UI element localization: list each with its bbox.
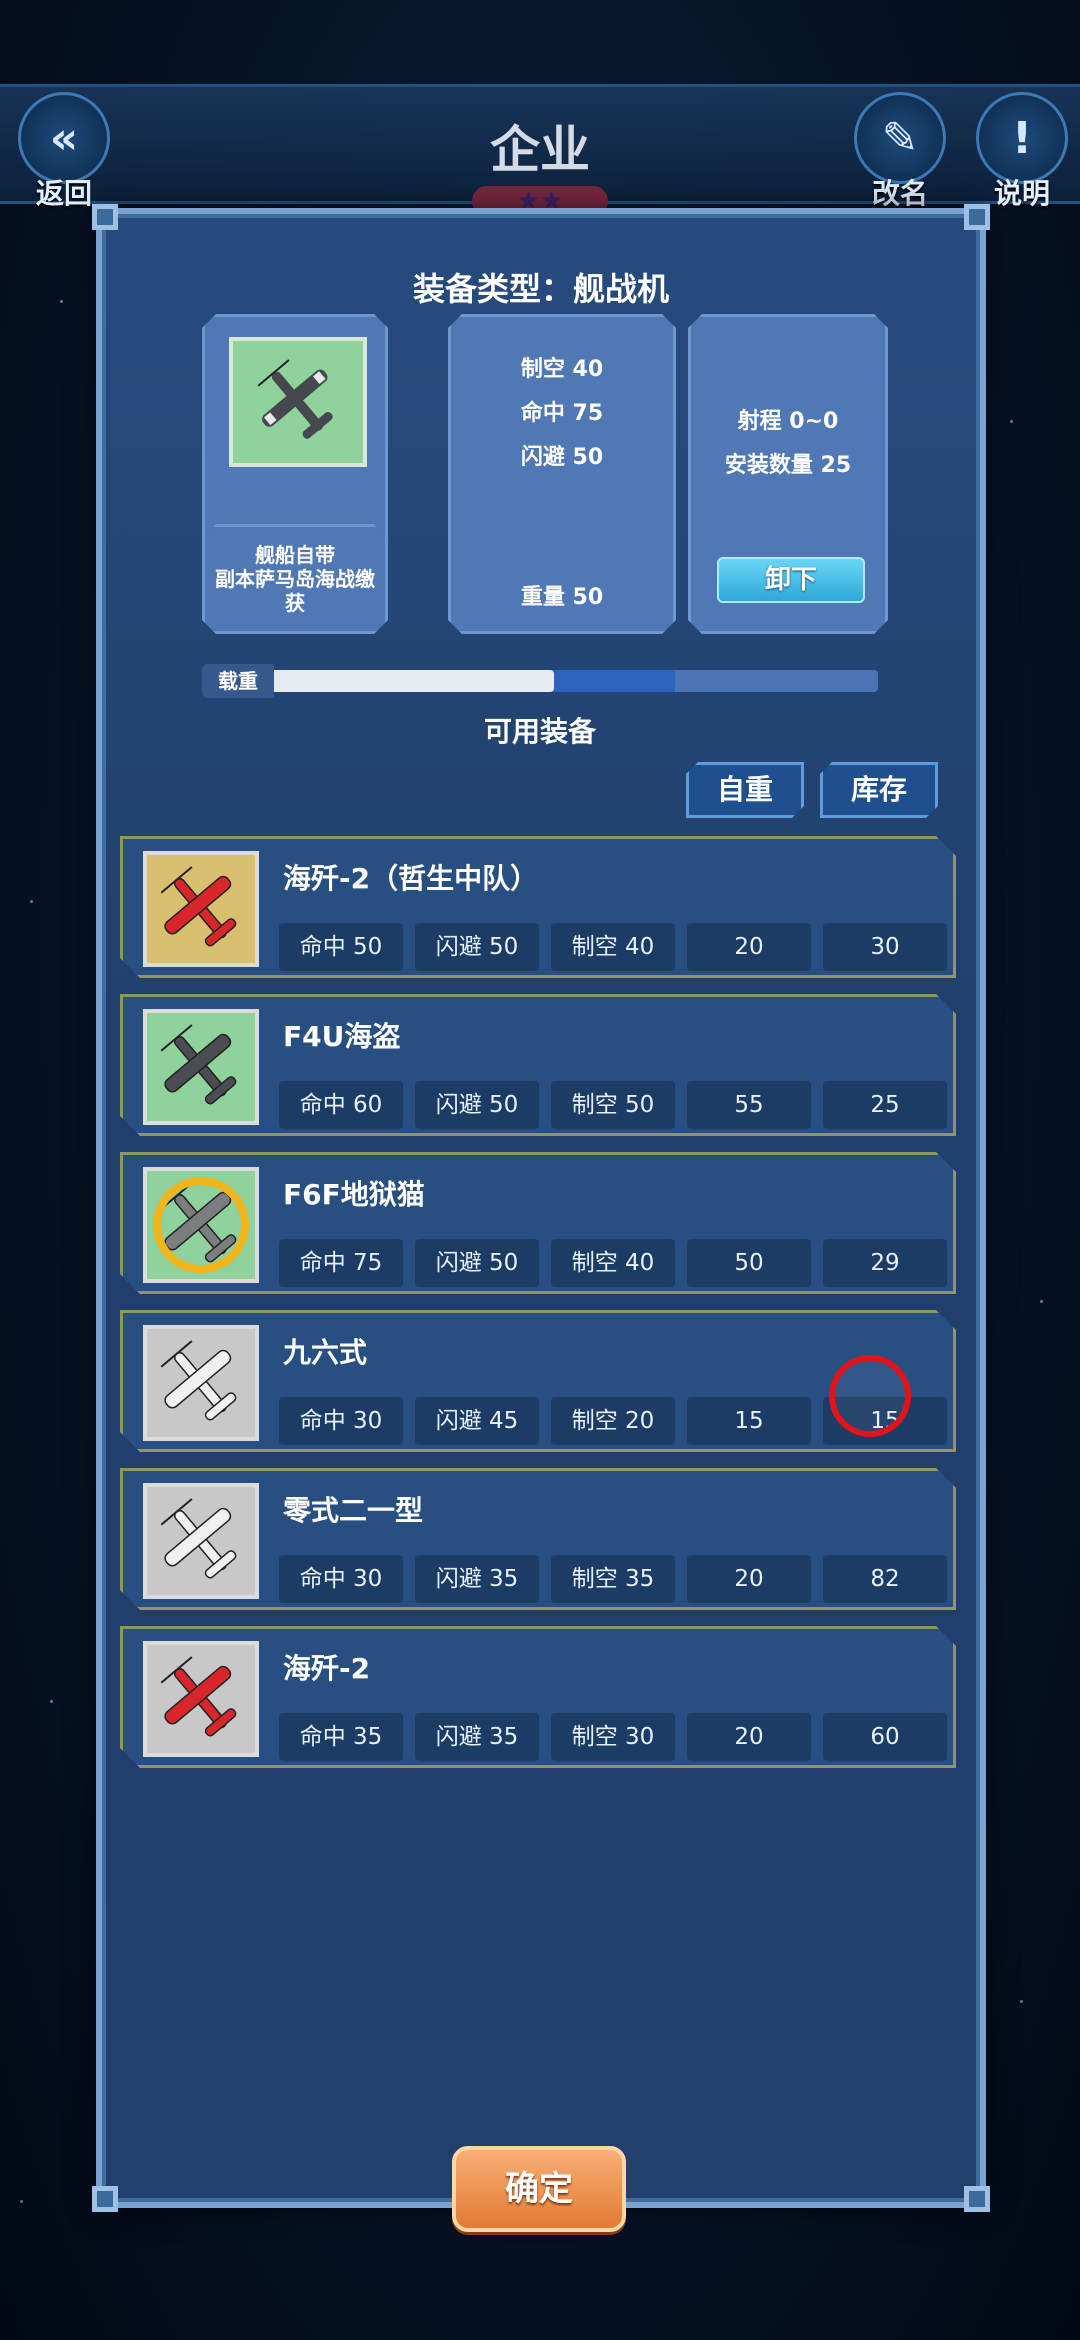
equipment-stat-air: 制空 40 bbox=[551, 1239, 675, 1287]
equipment-stat-stock: 25 bbox=[823, 1081, 947, 1129]
equipment-name: 海歼-2（哲生中队） bbox=[283, 862, 539, 895]
equipment-list-item[interactable]: F4U海盗 命中 60 闪避 50 制空 50 55 25 bbox=[120, 994, 956, 1136]
equipment-stat-weight: 55 bbox=[687, 1081, 811, 1129]
fighter-plane-icon bbox=[151, 1017, 251, 1117]
equipment-thumbnail bbox=[143, 1325, 259, 1441]
available-equipment-title: 可用装备 bbox=[483, 715, 596, 748]
equipment-list-item[interactable]: 零式二一型 命中 30 闪避 35 制空 35 20 82 bbox=[120, 1468, 956, 1610]
equipment-stat-stock: 29 bbox=[823, 1239, 947, 1287]
sort-by-weight-button[interactable]: 自重 bbox=[686, 762, 804, 818]
equipment-range-panel: 射程 0~0 安装数量 25 卸下 bbox=[688, 314, 888, 634]
equipment-stat-weight: 20 bbox=[687, 1555, 811, 1603]
equipment-stat-evade: 闪避 50 bbox=[415, 923, 539, 971]
help-button[interactable]: ! 说明 bbox=[972, 92, 1072, 210]
equipment-stat-evade: 闪避 45 bbox=[415, 1397, 539, 1445]
equipment-stat-evade: 闪避 50 bbox=[415, 1239, 539, 1287]
equipment-list-item[interactable]: F6F地狱猫 命中 75 闪避 50 制空 40 50 29 bbox=[120, 1152, 956, 1294]
dialog-corner bbox=[92, 204, 118, 230]
equipment-thumbnail bbox=[143, 1009, 259, 1125]
equipment-stat-weight: 20 bbox=[687, 1713, 811, 1761]
equipment-source-panel: 舰船自带 副本萨马岛海战缴 获 bbox=[202, 524, 388, 634]
stat-hit: 命中 75 bbox=[520, 401, 604, 426]
stat-install-count: 安装数量 25 bbox=[724, 453, 852, 478]
load-preview-fill bbox=[553, 670, 676, 692]
exclamation-icon: ! bbox=[976, 92, 1068, 184]
confirm-button[interactable]: 确定 bbox=[452, 2146, 626, 2232]
stat-evade: 闪避 50 bbox=[520, 445, 604, 470]
equipment-stat-stock: 60 bbox=[823, 1713, 947, 1761]
equipment-stat-stock: 82 bbox=[823, 1555, 947, 1603]
rename-label: 改名 bbox=[871, 177, 928, 210]
stat-air: 制空 40 bbox=[520, 357, 604, 382]
dialog-corner bbox=[92, 2186, 118, 2212]
current-equipment-thumbnail[interactable] bbox=[229, 337, 367, 467]
equipment-stat-hit: 命中 30 bbox=[279, 1397, 403, 1445]
equipment-stat-hit: 命中 50 bbox=[279, 923, 403, 971]
equipment-name: 九六式 bbox=[283, 1336, 368, 1369]
sort-by-stock-button[interactable]: 库存 bbox=[820, 762, 938, 818]
equipment-stat-hit: 命中 30 bbox=[279, 1555, 403, 1603]
load-label: 载重 bbox=[202, 664, 274, 698]
equipment-name: F4U海盗 bbox=[283, 1020, 401, 1053]
equipment-stat-air: 制空 30 bbox=[551, 1713, 675, 1761]
source-line: 获 bbox=[285, 591, 305, 615]
equipment-name: F6F地狱猫 bbox=[283, 1178, 425, 1211]
dialog-corner bbox=[964, 2186, 990, 2212]
equipment-stat-air: 制空 50 bbox=[551, 1081, 675, 1129]
dialog-corner bbox=[964, 204, 990, 230]
equipment-stat-weight: 20 bbox=[687, 923, 811, 971]
equipment-thumbnail bbox=[143, 851, 259, 967]
equipment-stat-air: 制空 40 bbox=[551, 923, 675, 971]
source-line: 舰船自带 bbox=[255, 543, 335, 567]
stat-weight: 重量 50 bbox=[520, 585, 604, 610]
equipment-stat-hit: 命中 75 bbox=[279, 1239, 403, 1287]
equipment-list-item[interactable]: 海歼-2 命中 35 闪避 35 制空 30 20 60 bbox=[120, 1626, 956, 1768]
equipment-stats-panel: 制空 40 命中 75 闪避 50 重量 50 bbox=[448, 314, 676, 634]
equipment-stat-evade: 闪避 50 bbox=[415, 1081, 539, 1129]
equipment-list-item[interactable]: 海歼-2（哲生中队） 命中 50 闪避 50 制空 40 20 30 bbox=[120, 836, 956, 978]
equipment-thumbnail bbox=[143, 1483, 259, 1599]
equipment-stat-air: 制空 20 bbox=[551, 1397, 675, 1445]
fighter-plane-icon bbox=[151, 1491, 251, 1591]
source-line: 副本萨马岛海战缴 bbox=[215, 567, 375, 591]
red-seal-stamp bbox=[829, 1355, 911, 1437]
equipment-stat-hit: 命中 60 bbox=[279, 1081, 403, 1129]
equipment-stat-evade: 闪避 35 bbox=[415, 1555, 539, 1603]
fighter-plane-icon bbox=[248, 352, 348, 452]
load-bar bbox=[202, 670, 878, 692]
rename-button[interactable]: ✎ 改名 bbox=[850, 92, 950, 210]
equipment-type-title: 装备类型：舰战机 bbox=[412, 270, 669, 308]
equipment-stat-evade: 闪避 35 bbox=[415, 1713, 539, 1761]
fighter-plane-icon bbox=[151, 859, 251, 959]
equipment-stat-weight: 15 bbox=[687, 1397, 811, 1445]
fighter-plane-icon bbox=[151, 1333, 251, 1433]
equipment-list-item[interactable]: 九六式 命中 30 闪避 45 制空 20 15 15 bbox=[120, 1310, 956, 1452]
medal-ring-icon bbox=[153, 1177, 249, 1273]
edit-document-icon: ✎ bbox=[854, 92, 946, 184]
equipment-stat-stock: 30 bbox=[823, 923, 947, 971]
equipment-stat-weight: 50 bbox=[687, 1239, 811, 1287]
equipment-stat-hit: 命中 35 bbox=[279, 1713, 403, 1761]
equipment-stat-air: 制空 35 bbox=[551, 1555, 675, 1603]
stat-range: 射程 0~0 bbox=[737, 409, 839, 434]
unequip-button[interactable]: 卸下 bbox=[717, 557, 865, 603]
equipment-name: 零式二一型 bbox=[283, 1494, 424, 1527]
equipment-thumbnail bbox=[143, 1641, 259, 1757]
equipment-name: 海歼-2 bbox=[283, 1652, 371, 1685]
fighter-plane-icon bbox=[151, 1649, 251, 1749]
